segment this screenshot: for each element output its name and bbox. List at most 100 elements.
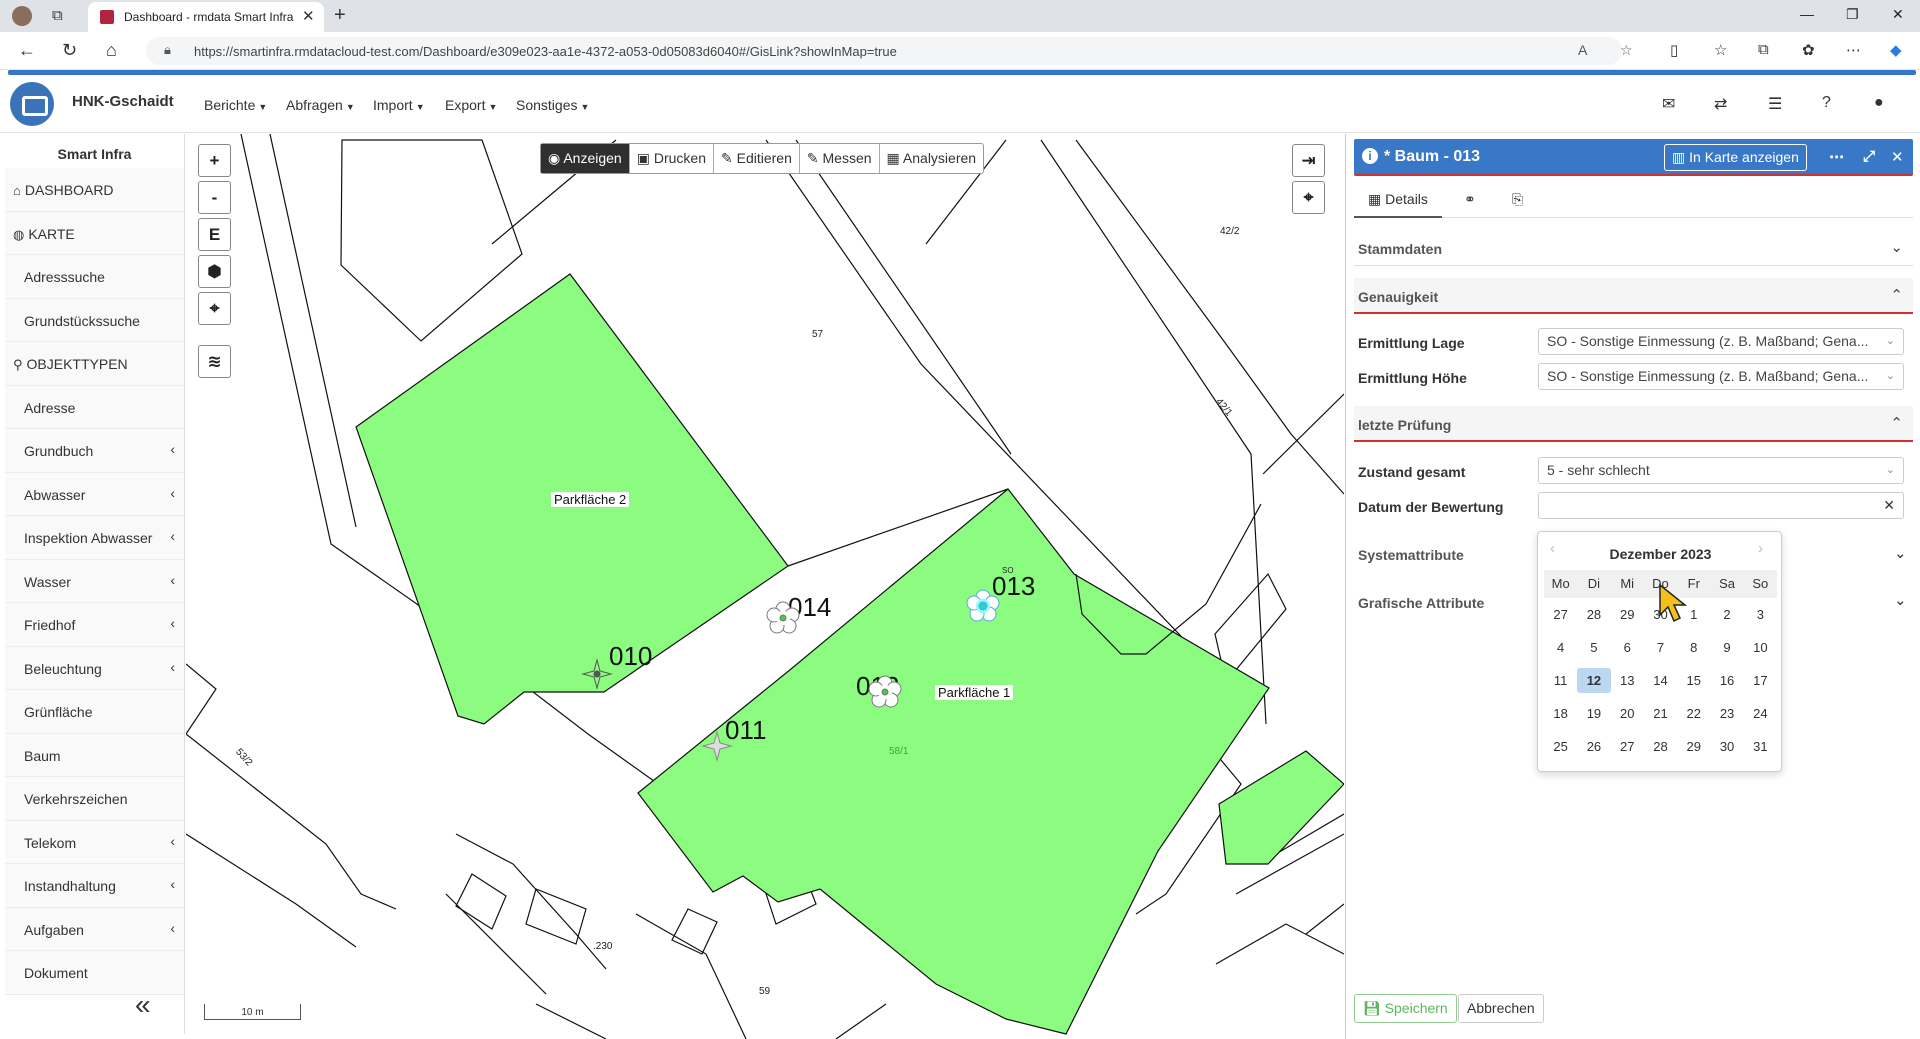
calendar-day[interactable]: 2	[1710, 598, 1743, 631]
menu-berichte[interactable]: Berichte ▼	[204, 97, 267, 113]
zoom-in-button[interactable]: +	[198, 144, 231, 177]
section-stammdaten[interactable]: Stammdaten ⌄	[1354, 230, 1913, 266]
collapse-sidebar-icon[interactable]: «	[135, 989, 151, 1021]
copilot-icon[interactable]: ◆	[1890, 41, 1902, 59]
calendar-day[interactable]: 7	[1644, 631, 1677, 664]
clear-icon[interactable]: ✕	[1883, 493, 1895, 518]
tool-drucken[interactable]: ▣ Drucken	[630, 144, 714, 173]
more-icon[interactable]: ⋯	[1846, 41, 1861, 59]
datum-input[interactable]: ✕	[1538, 492, 1904, 519]
calendar-day[interactable]: 15	[1677, 664, 1710, 697]
reload-icon[interactable]: ↻	[62, 40, 77, 61]
sidebar-item-beleuchtung[interactable]: Beleuchtung ‹	[5, 646, 184, 690]
ermittlung-hoehe-select[interactable]: SO - Sonstige Einmessung (z. B. Maßband;…	[1538, 363, 1904, 390]
tree-symbol-014[interactable]	[765, 600, 801, 636]
tree-symbol-013-selected[interactable]	[965, 588, 1001, 624]
sidebar-item-adresse[interactable]: Adresse	[5, 385, 184, 429]
chevron-down-icon[interactable]: ⌄	[1894, 544, 1907, 562]
sidebar-item-wasser[interactable]: Wasser ‹	[5, 559, 184, 603]
calendar-day[interactable]: 22	[1677, 697, 1710, 730]
calendar-day[interactable]: 28	[1644, 730, 1677, 763]
calendar-day[interactable]: 24	[1744, 697, 1777, 730]
calendar-day[interactable]: 16	[1710, 664, 1743, 697]
browser-tab[interactable]: Dashboard - rmdata Smart Infra ✕	[88, 2, 324, 32]
calendar-day[interactable]: 13	[1611, 664, 1644, 697]
home-browser-icon[interactable]: ⌂	[106, 40, 117, 61]
menu-sonstiges[interactable]: Sonstiges ▼	[516, 97, 589, 113]
calendar-day[interactable]: 25	[1544, 730, 1577, 763]
ermittlung-lage-select[interactable]: SO - Sonstige Einmessung (z. B. Maßband;…	[1538, 328, 1904, 355]
tool-anzeigen[interactable]: ◉ Anzeigen	[541, 144, 630, 173]
add-marker-icon[interactable]: ⌖	[1292, 181, 1325, 214]
expand-icon[interactable]: ⤢	[1863, 148, 1875, 165]
calendar-day[interactable]: 5	[1577, 631, 1610, 664]
minimize-icon[interactable]: —	[1800, 6, 1814, 22]
calendar-day[interactable]: 20	[1611, 697, 1644, 730]
compass-icon[interactable]: ⬢	[198, 255, 231, 288]
tool-editieren[interactable]: ✎ Editieren	[714, 144, 800, 173]
sidebar-item-dashboard[interactable]: ⌂ DASHBOARD	[5, 168, 184, 212]
export-map-icon[interactable]: ⇥	[1292, 144, 1325, 177]
menu-abfragen[interactable]: Abfragen ▼	[286, 97, 355, 113]
sidebar-item-instandhaltung[interactable]: Instandhaltung ‹	[5, 864, 184, 908]
calendar-month[interactable]: Dezember 2023	[1538, 546, 1783, 562]
tab-details[interactable]: ▦ Details	[1354, 180, 1442, 218]
calendar-day[interactable]: 18	[1544, 697, 1577, 730]
sidebar-item-dokument[interactable]: Dokument	[5, 951, 184, 995]
cancel-button[interactable]: Abbrechen	[1458, 994, 1544, 1023]
calendar-day[interactable]: 8	[1677, 631, 1710, 664]
user-icon[interactable]: ●	[1874, 94, 1884, 112]
section-systemattribute[interactable]: Systemattribute	[1354, 536, 1534, 572]
attachments-icon[interactable]: ⎘	[1498, 180, 1537, 218]
sidebar-item-objekttypen[interactable]: ⚲ OBJEKTTYPEN	[5, 342, 184, 386]
sidebar-item-abwasser[interactable]: Abwasser ‹	[5, 472, 184, 516]
menu-import[interactable]: Import ▼	[373, 97, 425, 113]
save-button[interactable]: 💾︎ Speichern	[1354, 994, 1457, 1023]
calendar-day[interactable]: 31	[1744, 730, 1777, 763]
sidebar-item-baum[interactable]: Baum	[5, 733, 184, 777]
database-icon[interactable]: ☰	[1768, 94, 1782, 114]
calendar-day[interactable]: 12	[1577, 668, 1611, 693]
calendar-day[interactable]: 21	[1644, 697, 1677, 730]
calendar-day[interactable]: 11	[1544, 664, 1577, 697]
calendar-day[interactable]: 4	[1544, 631, 1577, 664]
locate-icon[interactable]: ⌖	[198, 292, 231, 325]
extensions-icon[interactable]: ✿	[1802, 41, 1815, 59]
sidebar-item-inspektion-abwasser[interactable]: Inspektion Abwasser ‹	[5, 516, 184, 560]
tree-symbol-011[interactable]	[701, 730, 733, 762]
tree-symbol-010[interactable]	[581, 658, 613, 690]
favorite-star-icon[interactable]: ☆	[1620, 42, 1633, 59]
sidebar-item-telekom[interactable]: Telekom ‹	[5, 820, 184, 864]
calendar-day[interactable]: 23	[1710, 697, 1743, 730]
close-tab-icon[interactable]: ✕	[302, 7, 315, 25]
workspaces-icon[interactable]: ⧉	[52, 7, 63, 24]
collections-icon[interactable]: ⧉	[1758, 41, 1769, 58]
section-grafische-attribute[interactable]: Grafische Attribute	[1354, 584, 1534, 620]
extent-button[interactable]: E	[198, 218, 231, 251]
app-logo[interactable]	[10, 82, 54, 126]
new-tab-icon[interactable]: +	[334, 4, 346, 27]
menu-export[interactable]: Export ▼	[445, 97, 497, 113]
chevron-down-icon[interactable]: ⌄	[1894, 591, 1907, 609]
transfer-icon[interactable]: ⇄	[1714, 94, 1727, 114]
show-in-map-button[interactable]: ▥ In Karte anzeigen	[1664, 144, 1807, 171]
sidebar-item-grundstückssuche[interactable]: Grundstückssuche	[5, 298, 184, 342]
tool-messen[interactable]: ✎ Messen	[800, 144, 880, 173]
read-aloud-icon[interactable]: A	[1578, 42, 1587, 58]
calendar-day[interactable]: 10	[1744, 631, 1777, 664]
tree-symbol-012[interactable]	[867, 674, 903, 710]
profile-avatar[interactable]	[12, 6, 32, 26]
calendar-day[interactable]: 29	[1677, 730, 1710, 763]
relations-icon[interactable]: ⚭	[1450, 180, 1490, 218]
layers-icon[interactable]: ≋	[198, 345, 231, 378]
calendar-day[interactable]: 17	[1744, 664, 1777, 697]
favorites-icon[interactable]: ☆	[1714, 41, 1727, 59]
sidebar-item-karte[interactable]: ◍ KARTE	[5, 211, 184, 255]
calendar-day[interactable]: 26	[1577, 730, 1610, 763]
more-options-icon[interactable]: ⋯	[1829, 148, 1844, 166]
map-view[interactable]: + - E ⬢ ⌖ ≋ ◉ Anzeigen ▣ Drucken ✎ Editi…	[186, 134, 1344, 1039]
sidebar-item-adresssuche[interactable]: Adresssuche	[5, 255, 184, 299]
sidebar-item-grünfläche[interactable]: Grünfläche	[5, 690, 184, 734]
calendar-day[interactable]: 9	[1710, 631, 1743, 664]
section-genauigkeit[interactable]: Genauigkeit ⌃	[1354, 278, 1913, 314]
